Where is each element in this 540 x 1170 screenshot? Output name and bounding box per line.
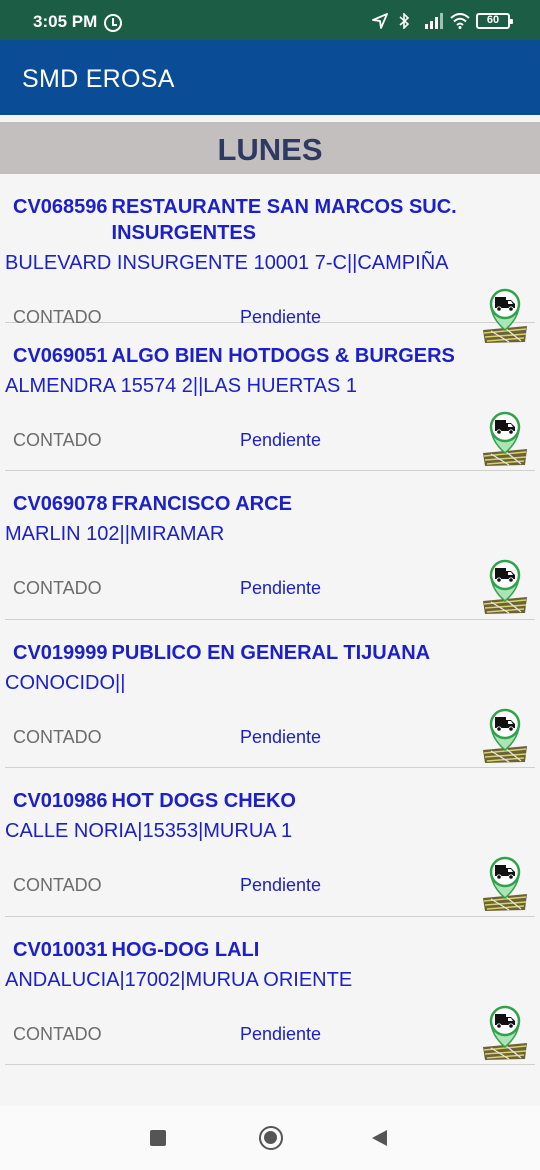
app-bar: SMD EROSA [0, 40, 540, 115]
customer-row[interactable]: CV019999 PUBLICO EN GENERAL TIJUANA CONO… [5, 620, 535, 768]
customer-row[interactable]: CV069051 ALGO BIEN HOTDOGS & BURGERS ALM… [5, 323, 535, 471]
customer-address: ALMENDRA 15574 2||LAS HUERTAS 1 [5, 374, 358, 397]
day-title: LUNES [217, 132, 323, 167]
payment-type: CONTADO [13, 726, 102, 747]
customer-address: ANDALUCIA|17002|MURUA ORIENTE [5, 968, 353, 991]
delivery-route-icon[interactable] [481, 854, 529, 912]
delivery-route-icon[interactable] [481, 409, 529, 467]
customer-address: MARLIN 102||MIRAMAR [5, 523, 225, 545]
customer-code: CV069051 [13, 344, 108, 367]
location-arrow-icon [372, 13, 388, 29]
customer-code: CV010031 [13, 938, 108, 961]
customer-row[interactable]: CV069078 FRANCISCO ARCE MARLIN 102||MIRA… [5, 471, 535, 620]
status-time: 3:05 PM [33, 12, 98, 31]
payment-type: CONTADO [13, 429, 102, 450]
status-icons: 60 [372, 12, 513, 30]
alarm-icon [104, 14, 122, 32]
customer-code: CV010986 [13, 790, 108, 812]
customer-heading: CV069078 FRANCISCO ARCE [13, 491, 483, 517]
customer-code: CV069078 [13, 493, 108, 515]
recents-icon[interactable] [150, 1130, 166, 1146]
home-icon[interactable] [259, 1126, 283, 1150]
day-header: LUNES [0, 122, 540, 174]
customer-name: HOG-DOG LALI [111, 938, 260, 961]
customer-row[interactable]: CV010031 HOG-DOG LALI ANDALUCIA|17002|MU… [5, 917, 535, 1065]
visit-status: Pendiente [240, 726, 322, 747]
customer-name: ALGO BIEN HOTDOGS & BURGERS [111, 344, 455, 367]
signal-icon [424, 13, 443, 29]
customer-code: CV068596 [13, 196, 108, 218]
customer-address: CALLE NORIA|15353|MURUA 1 [5, 820, 293, 842]
app-title: SMD EROSA [22, 65, 175, 93]
wifi-icon [450, 13, 470, 29]
delivery-route-icon[interactable] [481, 557, 529, 615]
customer-name: FRANCISCO ARCE [111, 493, 292, 515]
visit-status: Pendiente [240, 875, 322, 895]
customer-name: HOT DOGS CHEKO [111, 790, 296, 812]
visit-status: Pendiente [240, 429, 322, 450]
customer-row[interactable]: CV068596 RESTAURANTE SAN MARCOS SUC. INS… [5, 174, 535, 343]
customer-heading: CV010031 HOG-DOG LALI [13, 937, 483, 963]
payment-type: CONTADO [13, 875, 102, 895]
battery-level: 60 [486, 14, 500, 26]
status-bar: 3:05 PM 60 [0, 0, 540, 40]
customer-address: CONOCIDO|| [5, 671, 126, 694]
customer-list[interactable]: CV068596 RESTAURANTE SAN MARCOS SUC. INS… [0, 174, 540, 1106]
visit-status: Pendiente [240, 1023, 322, 1044]
visit-status: Pendiente [240, 578, 322, 598]
bluetooth-icon [398, 12, 414, 30]
delivery-route-icon[interactable] [481, 1003, 529, 1061]
customer-name: PUBLICO EN GENERAL TIJUANA [111, 641, 431, 664]
customer-name: RESTAURANTE SAN MARCOS SUC. INSURGENTES [111, 196, 457, 244]
payment-type: CONTADO [13, 1023, 102, 1044]
customer-heading: CV019999 PUBLICO EN GENERAL TIJUANA [13, 640, 483, 666]
customer-heading: CV069051 ALGO BIEN HOTDOGS & BURGERS [13, 343, 483, 369]
customer-address: BULEVARD INSURGENTE 10001 7-C||CAMPIÑA [5, 252, 449, 274]
system-nav-bar [0, 1106, 540, 1170]
payment-type: CONTADO [13, 578, 102, 598]
customer-heading: CV068596 RESTAURANTE SAN MARCOS SUC. INS… [13, 194, 483, 246]
customer-row[interactable]: CV010986 HOT DOGS CHEKO CALLE NORIA|1535… [5, 768, 535, 917]
back-icon[interactable] [372, 1130, 387, 1146]
delivery-route-icon[interactable] [481, 706, 529, 764]
battery-icon: 60 [476, 13, 513, 29]
customer-heading: CV010986 HOT DOGS CHEKO [13, 788, 483, 814]
customer-code: CV019999 [13, 641, 108, 664]
